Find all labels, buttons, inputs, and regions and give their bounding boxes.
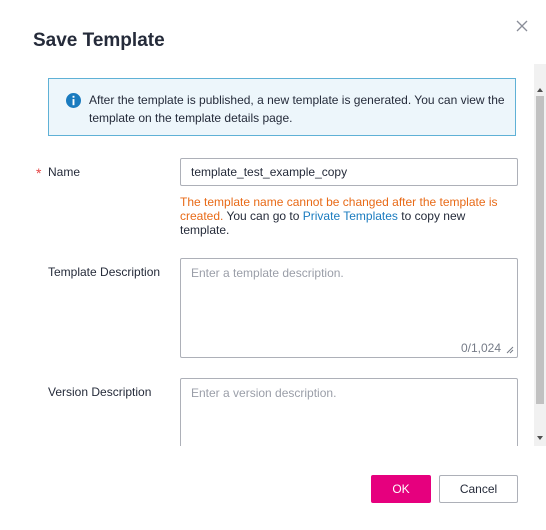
close-icon[interactable] xyxy=(512,16,532,36)
private-templates-link[interactable]: Private Templates xyxy=(303,209,398,223)
version-description-textarea[interactable]: Enter a version description. xyxy=(180,378,518,446)
template-description-placeholder: Enter a template description. xyxy=(191,266,344,280)
name-hint: The template name cannot be changed afte… xyxy=(180,195,510,237)
name-label: Name xyxy=(48,165,81,179)
name-hint-mid: You can go to xyxy=(223,209,303,223)
save-template-dialog: Save Template After the template is publ… xyxy=(0,0,546,530)
version-description-label: Version Description xyxy=(48,385,152,399)
scrollbar[interactable] xyxy=(534,64,546,446)
scroll-up-icon[interactable] xyxy=(537,88,543,92)
dialog-title: Save Template xyxy=(33,30,165,51)
char-counter: 0/1,024 xyxy=(460,341,501,355)
info-icon xyxy=(66,93,81,108)
scroll-down-icon[interactable] xyxy=(537,436,543,440)
ok-button[interactable]: OK xyxy=(371,475,431,503)
name-input[interactable]: template_test_example_copy xyxy=(180,158,518,186)
info-alert: After the template is published, a new t… xyxy=(48,78,516,136)
resize-handle-icon[interactable] xyxy=(505,345,514,354)
template-description-label: Template Description xyxy=(48,265,161,279)
dialog-body[interactable]: After the template is published, a new t… xyxy=(0,64,546,446)
version-description-placeholder: Enter a version description. xyxy=(191,386,337,400)
required-mark: * xyxy=(36,165,42,181)
template-description-textarea[interactable]: Enter a template description. 0/1,024 xyxy=(180,258,518,358)
scroll-thumb[interactable] xyxy=(536,96,544,404)
cancel-button[interactable]: Cancel xyxy=(439,475,518,503)
alert-text: After the template is published, a new t… xyxy=(89,93,505,125)
